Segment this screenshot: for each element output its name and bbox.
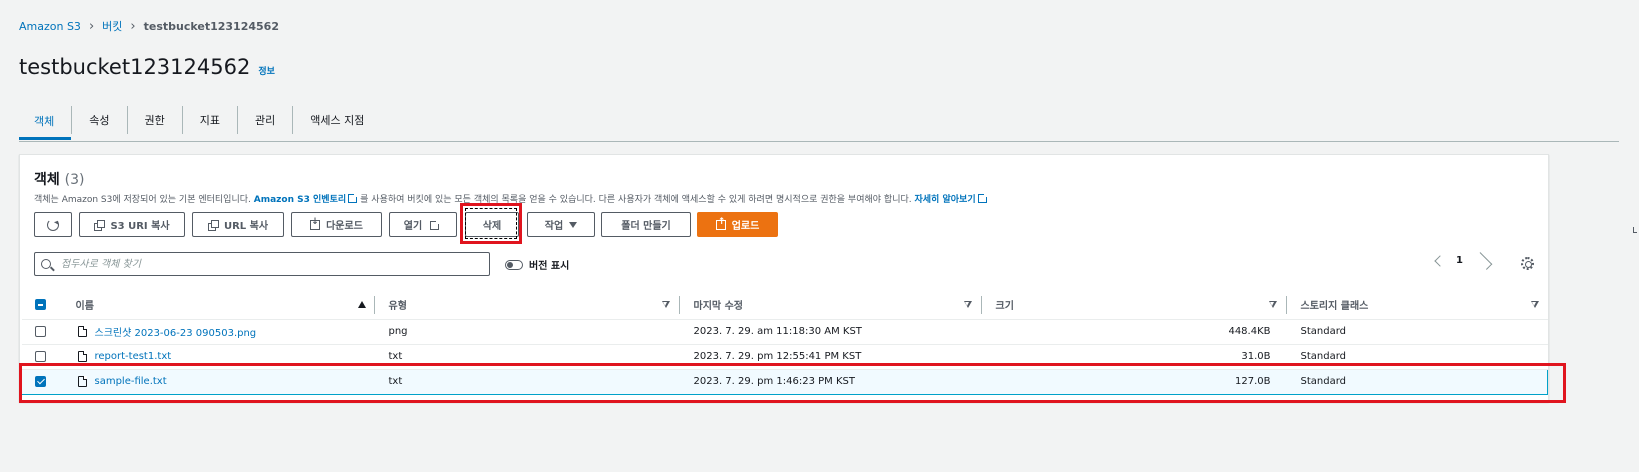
tab-permissions[interactable]: 권한 [126,106,182,134]
chevron-right-icon: › [88,18,95,34]
selected-row-highlight [19,363,1566,403]
breadcrumb-buckets[interactable]: 버킷 [102,18,122,34]
sort-icon[interactable] [661,300,671,309]
object-count: (3) [64,172,85,188]
column-last-modified-label: 마지막 수정 [693,301,743,313]
toggle-switch[interactable] [505,259,523,270]
pagination: 1 [1434,251,1493,270]
refresh-icon [47,218,59,231]
create-folder-button[interactable]: 폴더 만들기 [601,212,691,237]
column-size[interactable]: 크기 [981,291,1287,320]
file-icon [77,351,87,362]
copy-url-label: URL 복사 [223,221,269,232]
search-input[interactable] [59,257,479,271]
create-folder-label: 폴더 만들기 [621,221,671,232]
copy-icon [207,219,219,231]
table-header-row: 이름 유형 마지막 수정 크기 스토리지 클래스 [21,291,1548,320]
show-versions-toggle[interactable]: 버전 표시 [505,257,569,272]
chevron-left-icon[interactable] [1434,254,1446,267]
tab-objects[interactable]: 객체 [19,104,72,140]
panel-title-text: 객체 [34,172,60,188]
breadcrumb-current: testbucket123124562 [143,19,279,33]
refresh-button[interactable] [34,212,72,237]
column-name[interactable]: 이름 [59,291,375,320]
object-type: png [388,326,408,337]
actions-label: 작업 [544,221,564,232]
object-storage-class: Standard [1300,326,1347,337]
tab-access-points[interactable]: 액세스 지점 [292,106,381,134]
download-button[interactable]: 다운로드 [291,212,382,237]
breadcrumb-amazon-s3[interactable]: Amazon S3 [19,20,81,33]
object-size: 448.4KB [1228,326,1271,337]
tab-bar: 객체 속성 권한 지표 관리 액세스 지점 [19,104,1619,142]
resize-corner-icon [1633,227,1637,233]
tab-properties[interactable]: 속성 [71,106,126,134]
inventory-link[interactable]: Amazon S3 인벤토리 [254,195,346,205]
row-checkbox[interactable] [34,351,46,362]
column-type-label: 유형 [388,301,407,313]
copy-s3-uri-button[interactable]: S3 URI 복사 [79,212,185,237]
object-name-link[interactable]: report-test1.txt [95,351,172,362]
copy-url-button[interactable]: URL 복사 [192,212,284,237]
external-link-icon [977,193,988,203]
actions-dropdown[interactable]: 작업 [527,212,595,237]
chevron-right-icon[interactable] [1474,251,1493,270]
object-last-modified: 2023. 7. 29. am 11:18:30 AM KST [693,326,862,337]
tab-metrics[interactable]: 지표 [181,106,237,134]
copy-icon [94,219,106,231]
column-size-label: 크기 [995,301,1014,313]
copy-s3-uri-label: S3 URI 복사 [110,221,170,232]
download-label: 다운로드 [326,221,363,232]
upload-label: 업로드 [731,221,760,232]
file-icon [77,326,87,337]
external-link-icon [348,193,359,203]
download-icon [310,217,321,230]
gear-icon[interactable] [1521,257,1534,270]
upload-icon [715,217,726,230]
tab-management[interactable]: 관리 [237,106,292,134]
show-versions-label: 버전 표시 [529,261,570,272]
breadcrumb: Amazon S3 › 버킷 › testbucket123124562 [19,18,279,34]
current-page[interactable]: 1 [1456,255,1463,266]
panel-title: 객체 (3) [34,169,84,189]
open-label: 열기 [403,221,423,232]
open-button[interactable]: 열기 [389,212,457,237]
info-link[interactable]: 정보 [258,64,275,77]
sort-icon[interactable] [1530,300,1540,309]
learn-more-link[interactable]: 자세히 알아보기 [915,195,976,205]
upload-button[interactable]: 업로드 [697,212,778,237]
description-text: 객체는 Amazon S3에 저장되어 있는 기본 엔터티입니다. [34,195,251,205]
row-checkbox[interactable] [34,326,46,337]
page-header: testbucket123124562 정보 [19,55,275,79]
delete-button-highlight [460,203,522,244]
sort-icon[interactable] [1268,300,1278,309]
description-text-2: 를 사용하여 버킷에 있는 모든 객체의 목록을 얻을 수 있습니다. 다른 사… [360,195,912,205]
sort-ascending-icon[interactable] [357,301,366,309]
column-type[interactable]: 유형 [374,291,680,320]
column-storage-class[interactable]: 스토리지 클래스 [1286,291,1548,320]
external-link-icon [430,219,441,230]
page-title: testbucket123124562 [19,55,251,79]
sort-icon[interactable] [963,300,973,309]
column-name-label: 이름 [75,301,94,313]
column-storage-class-label: 스토리지 클래스 [1300,301,1369,313]
column-last-modified[interactable]: 마지막 수정 [679,291,982,320]
search-icon [41,259,51,269]
table-row[interactable]: 스크린샷 2023-06-23 090503.png png 2023. 7. … [21,319,1548,345]
object-name-link[interactable]: 스크린샷 2023-06-23 090503.png [95,324,257,339]
caret-down-icon [569,221,578,228]
select-all-cell [21,291,60,320]
select-all-checkbox[interactable] [34,299,46,311]
search-box [34,252,490,276]
chevron-right-icon: › [130,18,136,34]
